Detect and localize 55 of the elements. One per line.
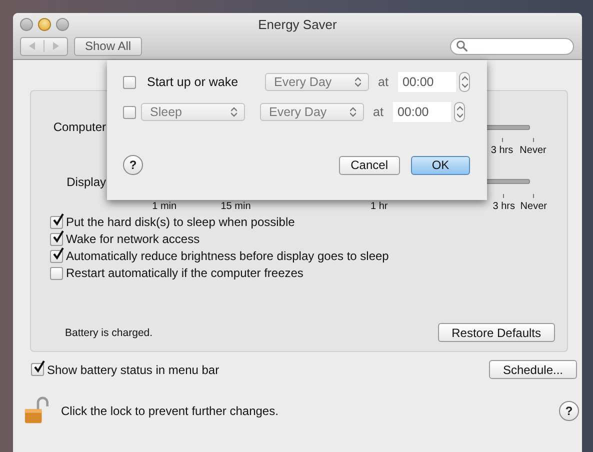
minimize-button[interactable] — [38, 18, 51, 31]
tick-mark — [503, 194, 504, 198]
repeat-popup[interactable]: Every Day — [260, 103, 364, 121]
at-label: at — [378, 75, 388, 89]
checkbox-label: Wake for network access — [66, 232, 200, 246]
tick-label: 3 hrs — [490, 145, 514, 156]
lock-message: Click the lock to prevent further changes. — [61, 404, 278, 418]
checkbox-label: Restart automatically if the computer freezes — [66, 266, 304, 280]
tick-label: 1 hr — [370, 201, 388, 212]
slider-label: Display — [66, 174, 106, 189]
checkbox-label: Show battery status in menu bar — [47, 362, 220, 376]
checkbox[interactable] — [50, 232, 63, 246]
show-all-button[interactable]: Show All — [74, 36, 142, 56]
checkbox-label: Put the hard disk(s) to sleep when possible — [66, 215, 295, 229]
ok-button[interactable]: OK — [411, 156, 470, 174]
cancel-button[interactable]: Cancel — [338, 156, 400, 174]
popup-arrows-icon — [231, 107, 237, 117]
time-field[interactable]: 00:00 — [398, 72, 456, 92]
checkbox-label: Automatically reduce brightness before display goes to sleep — [66, 249, 389, 263]
back-forward-control[interactable] — [20, 36, 68, 56]
search-field[interactable] — [450, 38, 574, 54]
tick-label: Never — [520, 145, 546, 156]
checkbox[interactable] — [123, 106, 136, 118]
stepper-arrows-icon — [456, 105, 463, 119]
checkbox[interactable] — [50, 266, 63, 280]
checkbox[interactable] — [50, 216, 63, 228]
at-label: at — [373, 105, 384, 119]
tick-label: 3 hrs — [492, 201, 515, 212]
restore-defaults-button[interactable]: Restore Defaults — [438, 323, 555, 342]
search-icon — [456, 40, 468, 52]
time-field[interactable]: 00:00 — [393, 102, 452, 122]
tick-label: 15 min — [220, 201, 251, 212]
checkbox[interactable] — [31, 363, 44, 376]
close-button[interactable] — [20, 18, 33, 31]
event-popup[interactable]: Sleep — [141, 103, 245, 121]
help-button[interactable]: ? — [123, 155, 143, 175]
schedule-button[interactable]: Schedule... — [488, 360, 577, 379]
checkbox[interactable] — [123, 76, 136, 88]
time-stepper[interactable] — [459, 72, 470, 92]
popup-arrows-icon — [350, 107, 356, 117]
checkbox[interactable] — [50, 250, 63, 262]
tick-mark — [533, 194, 534, 198]
tick-mark — [532, 138, 534, 142]
slider-label: Computer — [52, 119, 106, 134]
tick-label: Never — [520, 201, 547, 212]
popup-arrows-icon — [355, 77, 361, 87]
tick-label: 1 min — [152, 201, 177, 212]
window-title: Energy Saver — [258, 16, 337, 32]
stepper-arrows-icon — [462, 75, 468, 89]
battery-status: Battery is charged. — [65, 326, 153, 338]
help-button[interactable]: ? — [559, 401, 579, 421]
time-stepper[interactable] — [454, 102, 466, 122]
repeat-popup[interactable]: Every Day — [265, 73, 369, 91]
zoom-button[interactable] — [56, 18, 69, 31]
event-label: Start up or wake — [147, 75, 240, 89]
